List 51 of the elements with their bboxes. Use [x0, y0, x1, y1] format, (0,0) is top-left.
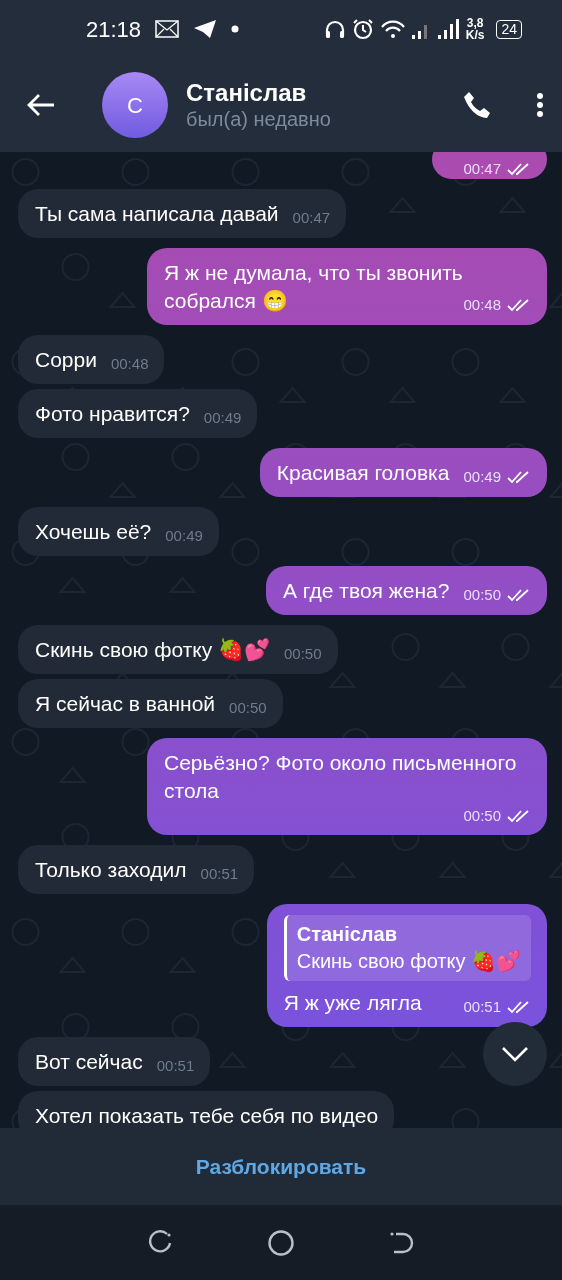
message-text: Хочешь её? [35, 520, 152, 543]
avatar[interactable]: С [102, 72, 168, 138]
message-text: Я сейчас в ванной [35, 692, 216, 715]
message-text: Я ж уже лягла [283, 991, 422, 1014]
message-time: 00:51 [156, 1057, 195, 1075]
message-text: Хотел показать тебе себя по видео [35, 1104, 379, 1127]
paper-plane-icon [193, 19, 218, 39]
mail-icon [155, 20, 180, 38]
message-text: Красивая головка [276, 461, 450, 484]
more-menu-icon[interactable] [536, 92, 544, 118]
message-text: Скинь свою фотку 🍓💕 [35, 638, 270, 661]
message-time: 00:49 [203, 409, 242, 427]
message-time: 00:49 [165, 527, 203, 545]
message-text: А где твоя жена? [283, 579, 450, 602]
speed-value: 3,8 [466, 17, 484, 29]
reply-quote[interactable]: Станіслав Скинь свою фотку 🍓💕 [283, 915, 531, 981]
last-seen-status: был(а) недавно [186, 107, 332, 132]
message-text: Серьёзно? Фото около письменного стола [164, 751, 517, 802]
message-time: 00:50 [284, 645, 322, 663]
message-time: 00:48 [110, 355, 149, 373]
message-time: 00:51 [200, 865, 239, 883]
speed-unit: K/s [465, 29, 485, 41]
message-time: 00:47 [463, 160, 501, 178]
signal-icon [411, 19, 460, 39]
message-text: Фото нравится? [35, 402, 190, 425]
unblock-button[interactable]: Разблокировать [189, 1149, 373, 1184]
message-time: 00:51 [463, 998, 501, 1016]
chevron-down-icon [501, 1046, 529, 1062]
back-arrow-icon[interactable] [26, 93, 56, 117]
message-time: 00:50 [463, 586, 501, 604]
clock-time: 21:18 [86, 15, 142, 44]
headphones-icon [323, 19, 346, 39]
message-time: 00:50 [229, 699, 267, 717]
message-text: Сорри [35, 348, 97, 371]
home-icon[interactable] [267, 1228, 295, 1257]
battery-level: 24 [496, 19, 522, 39]
message-time: 00:48 [463, 296, 501, 314]
message-time: 00:47 [292, 209, 331, 227]
dot-icon [231, 25, 240, 33]
message-text: Я ж не думала, что ты звонить собрался 😁 [164, 261, 463, 312]
message-text: Ты сама написала давай [35, 202, 279, 225]
reply-text: Скинь свою фотку 🍓💕 [296, 950, 521, 972]
message-time: 00:50 [463, 807, 501, 825]
reply-author: Станіслав [296, 922, 398, 947]
message-text: Только заходил [35, 858, 187, 881]
contact-name: Станіслав [186, 78, 308, 108]
message-text: Вот сейчас [35, 1050, 143, 1073]
phone-icon[interactable] [462, 90, 492, 120]
wifi-icon [379, 19, 406, 39]
alarm-clock-icon [351, 18, 374, 40]
message-time: 00:49 [463, 468, 501, 486]
